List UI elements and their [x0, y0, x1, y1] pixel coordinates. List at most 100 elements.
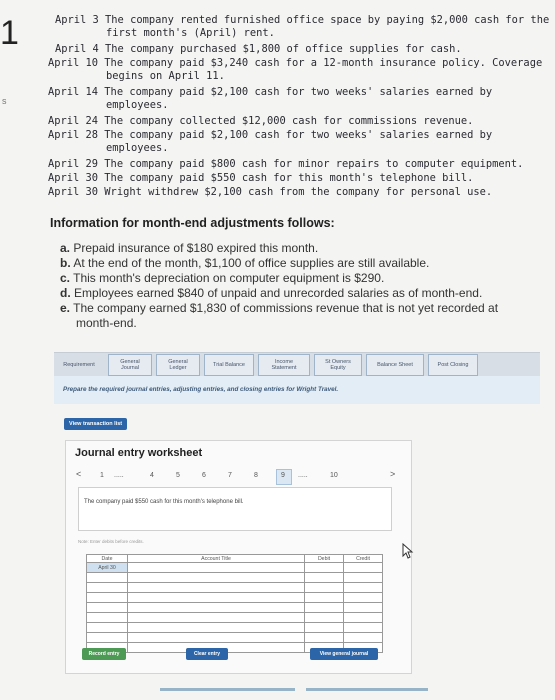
view-general-journal-button[interactable]: View general journal [310, 648, 378, 660]
tab-income-statement[interactable]: Income Statement [258, 354, 310, 376]
view-transaction-list-button[interactable]: View transaction list [64, 418, 128, 430]
tab-post-closing[interactable]: Post Closing [428, 354, 478, 376]
table-row: April 30 [86, 562, 383, 573]
table-row [86, 612, 383, 623]
debit-cell[interactable] [304, 632, 344, 643]
account-cell[interactable] [127, 572, 305, 583]
mouse-cursor-icon [402, 543, 414, 559]
page-link[interactable]: 10 [330, 472, 338, 479]
transaction-line: April 4 The company purchased $1,800 of … [55, 43, 462, 55]
adjustment-item: month-end. [76, 316, 137, 330]
account-cell[interactable] [127, 602, 305, 613]
requirement-tabs: Requirement General Journal General Ledger… [54, 352, 540, 377]
transaction-line: April 29 The company paid $800 cash for … [48, 158, 524, 170]
page-link[interactable]: 6 [202, 472, 206, 479]
tab-st-owners-equity[interactable]: St Owners Equity [314, 354, 362, 376]
bottom-divider [306, 688, 428, 691]
credit-cell[interactable] [343, 622, 383, 633]
account-cell[interactable] [127, 582, 305, 593]
worksheet-note: Note: Enter debits before credits. [78, 539, 144, 544]
table-row [86, 602, 383, 613]
transaction-description: The company paid $550 cash for this mont… [84, 499, 244, 505]
account-cell[interactable] [127, 622, 305, 633]
transaction-line: April 30 Wright withdrew $2,100 cash fro… [48, 186, 493, 198]
table-row [86, 592, 383, 603]
col-credit-header: Credit [343, 554, 383, 563]
credit-cell[interactable] [343, 592, 383, 603]
tab-general-ledger[interactable]: General Ledger [156, 354, 200, 376]
date-cell[interactable] [86, 572, 128, 583]
table-header-row: Date Account Title Debit Credit [86, 554, 383, 563]
date-cell[interactable] [86, 592, 128, 603]
date-cell[interactable] [86, 612, 128, 623]
table-row [86, 632, 383, 643]
credit-cell[interactable] [343, 562, 383, 573]
adjustment-item: c. This month's depreciation on computer… [60, 271, 385, 285]
account-cell[interactable] [127, 592, 305, 603]
transaction-line: April 30 The company paid $550 cash for … [48, 172, 474, 184]
transaction-line: begins on April 11. [106, 70, 225, 82]
adjustments-heading: Information for month-end adjustments fo… [50, 216, 335, 230]
transaction-line: April 14 The company paid $2,100 cash fo… [48, 86, 493, 98]
account-cell[interactable] [127, 632, 305, 643]
page-link[interactable]: 4 [150, 472, 154, 479]
journal-entry-table: Date Account Title Debit Credit April 30 [86, 554, 383, 653]
credit-cell[interactable] [343, 612, 383, 623]
worksheet-pager: < 1 ..... 4 5 6 7 8 9 ..... 10 > [74, 469, 399, 485]
credit-cell[interactable] [343, 582, 383, 593]
date-cell[interactable] [86, 632, 128, 643]
date-cell[interactable] [86, 602, 128, 613]
adjustment-item: e. The company earned $1,830 of commissi… [60, 301, 499, 315]
transaction-line: April 24 The company collected $12,000 c… [48, 115, 474, 127]
tab-requirement[interactable]: Requirement [54, 355, 104, 375]
col-date-header: Date [86, 554, 128, 563]
worksheet-title: Journal entry worksheet [75, 447, 203, 459]
adjustment-item: d. Employees earned $840 of unpaid and u… [60, 286, 483, 300]
transaction-line: employees. [106, 142, 169, 154]
record-entry-button[interactable]: Record entry [82, 648, 126, 660]
page-link[interactable]: 7 [228, 472, 232, 479]
transaction-description-box: The company paid $550 cash for this mont… [78, 487, 392, 531]
transaction-line: employees. [106, 99, 169, 111]
page-link[interactable]: 1 [100, 472, 104, 479]
date-cell[interactable] [86, 622, 128, 633]
table-row [86, 582, 383, 593]
account-cell[interactable] [127, 612, 305, 623]
instruction-bar: Prepare the required journal entries, ad… [54, 376, 540, 404]
tab-general-journal[interactable]: General Journal [108, 354, 152, 376]
account-cell[interactable] [127, 562, 305, 573]
page-ellipsis: ..... [114, 472, 124, 479]
credit-cell[interactable] [343, 572, 383, 583]
col-account-header: Account Title [127, 554, 305, 563]
debit-cell[interactable] [304, 592, 344, 603]
debit-cell[interactable] [304, 562, 344, 573]
prev-arrow-icon[interactable]: < [76, 469, 81, 479]
transaction-line: April 10 The company paid $3,240 cash fo… [48, 57, 543, 69]
debit-cell[interactable] [304, 602, 344, 613]
debit-cell[interactable] [304, 612, 344, 623]
debit-cell[interactable] [304, 622, 344, 633]
gutter-number: 1 [0, 14, 19, 52]
clear-entry-button[interactable]: Clear entry [186, 648, 228, 660]
page-link[interactable]: 5 [176, 472, 180, 479]
page-link-current[interactable]: 9 [281, 472, 285, 479]
debit-cell[interactable] [304, 572, 344, 583]
transaction-line: April 28 The company paid $2,100 cash fo… [48, 129, 493, 141]
debit-cell[interactable] [304, 582, 344, 593]
page-ellipsis: ..... [298, 472, 308, 479]
credit-cell[interactable] [343, 632, 383, 643]
table-row [86, 572, 383, 583]
tab-trial-balance[interactable]: Trial Balance [204, 354, 254, 376]
tab-balance-sheet[interactable]: Balance Sheet [366, 354, 424, 376]
table-row [86, 622, 383, 633]
page-link[interactable]: 8 [254, 472, 258, 479]
bottom-divider [160, 688, 295, 691]
gutter-mark: s [2, 96, 7, 106]
date-cell[interactable] [86, 582, 128, 593]
date-cell[interactable]: April 30 [86, 562, 128, 573]
adjustment-item: b. At the end of the month, $1,100 of of… [60, 256, 430, 270]
next-arrow-icon[interactable]: > [390, 469, 395, 479]
transaction-line: first month's (April) rent. [106, 27, 275, 39]
adjustment-item: a. Prepaid insurance of $180 expired thi… [60, 241, 319, 255]
credit-cell[interactable] [343, 602, 383, 613]
